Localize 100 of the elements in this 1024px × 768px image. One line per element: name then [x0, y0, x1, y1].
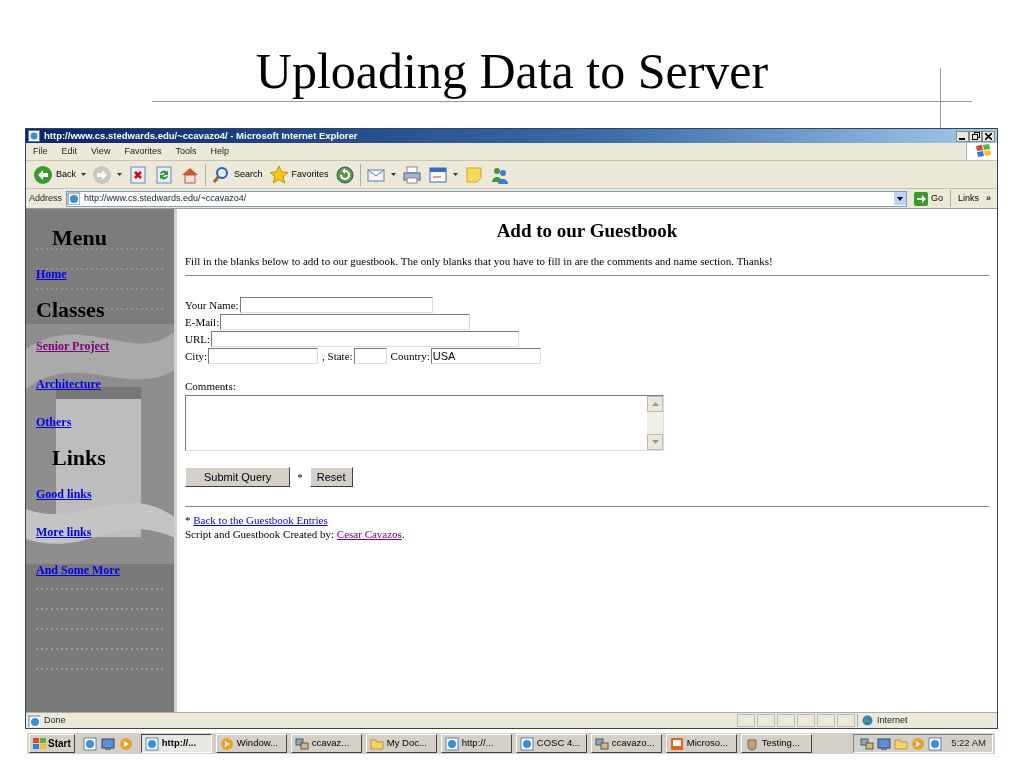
printer-icon [401, 164, 422, 185]
media-player-icon [219, 736, 234, 751]
comments-field[interactable] [185, 394, 664, 451]
chevron[interactable]: » [986, 191, 991, 206]
quick-launch-button[interactable] [118, 736, 133, 751]
browser-page-icon [144, 736, 159, 751]
taskbar-button[interactable]: ccavazo... [590, 734, 662, 753]
start-button[interactable]: Start [29, 734, 75, 753]
window-title: http://www.cs.stedwards.edu/~ccavazo4/ - Microsoft Internet Explorer [44, 128, 358, 143]
reset-button[interactable]: Reset [309, 466, 353, 487]
browser-page-icon [928, 736, 943, 751]
taskbar-button[interactable]: Microso... [665, 734, 737, 753]
stop-icon [128, 164, 148, 185]
field-label: Your Name: [185, 297, 239, 313]
search-button[interactable]: Search [208, 162, 266, 187]
period-text: . [401, 527, 405, 540]
taskbar-button[interactable]: ccavaz... [290, 734, 362, 753]
globe-icon [862, 715, 873, 726]
field-label: URL: [185, 331, 211, 347]
network-icon [594, 736, 609, 751]
back-button[interactable]: Back [30, 162, 89, 187]
back-link[interactable]: Back to the Guestbook Entries [193, 513, 328, 526]
desktop-icon [877, 736, 892, 751]
credit-text: Script and Guestbook Created by: [185, 527, 336, 540]
flag-icon [973, 143, 991, 159]
sidebar-heading: Classes [36, 299, 105, 321]
sidebar-heading: Menu [52, 227, 107, 249]
caret-icon [390, 173, 396, 176]
field-label: E-Mail: [185, 314, 220, 330]
scroll-down-icon [651, 439, 659, 444]
input-field[interactable] [220, 313, 471, 330]
note-icon [463, 164, 484, 185]
cup-icon [744, 736, 759, 751]
menu-item[interactable]: Favorites [117, 144, 169, 159]
taskbar-button[interactable]: Window... [215, 734, 287, 753]
menu-item[interactable]: Edit [54, 144, 85, 159]
menu-item[interactable]: Help [203, 144, 236, 159]
browser-page-icon [82, 736, 97, 751]
submit-button[interactable]: Submit Query [185, 466, 291, 487]
go-button[interactable]: Go [910, 190, 946, 207]
menu-item[interactable]: File [26, 144, 55, 159]
menu-item[interactable]: Tools [168, 144, 204, 159]
folder-icon [369, 736, 384, 751]
browser-page-icon [28, 130, 40, 142]
status-text: Done [44, 713, 66, 727]
search-icon [211, 164, 231, 185]
page-heading: Add to our Guestbook [496, 220, 678, 241]
go-arrow-icon [913, 191, 928, 206]
taskbar-button[interactable]: http://... [140, 734, 212, 753]
taskbar-button[interactable]: Testing... [740, 734, 812, 753]
status-pane [737, 714, 755, 727]
sidebar-link[interactable]: Senior Project [36, 337, 110, 355]
status-pane [757, 714, 775, 727]
input-field[interactable] [239, 296, 433, 313]
star-icon [268, 164, 289, 185]
clock: 5:22 AM [951, 736, 986, 751]
quick-launch-button[interactable] [82, 736, 97, 751]
status-pane [797, 714, 815, 727]
zone-text: Internet [877, 713, 908, 727]
footnote-mark: * [185, 513, 191, 526]
address-field[interactable]: http://www.cs.stedwards.edu/~ccavazo4/ [66, 190, 907, 207]
slide-title: Uploading Data to Server [255, 43, 769, 99]
status-pane [777, 714, 795, 727]
refresh-icon [154, 164, 174, 185]
flag-icon [33, 737, 46, 750]
links-button[interactable]: Links [954, 190, 982, 207]
network-icon [860, 736, 875, 751]
slides-icon [669, 736, 684, 751]
status-pane [817, 714, 835, 727]
field-label: Country: [390, 348, 430, 364]
close-button[interactable] [982, 130, 995, 142]
field-label: Comments: [185, 380, 236, 393]
browser-page-icon [444, 736, 459, 751]
favorites-button[interactable]: Favorites [265, 162, 332, 187]
intro-text: Fill in the blanks below to add to our guestbook. The only blanks that you have to fill in are the comments and name section. Thanks! [185, 254, 773, 267]
quick-launch-button[interactable] [100, 736, 115, 751]
input-field[interactable]: USA [430, 347, 541, 364]
window-icon [427, 164, 448, 185]
restore-button[interactable] [969, 130, 982, 142]
input-field[interactable] [208, 347, 318, 364]
taskbar-button[interactable]: http://... [440, 734, 512, 753]
page-icon [67, 192, 81, 205]
restore-icon [971, 132, 980, 140]
scroll-up-icon [651, 401, 659, 406]
status-pane [837, 714, 855, 727]
author-link[interactable]: Cesar Cavazos [336, 527, 402, 540]
input-field[interactable] [211, 330, 520, 347]
sidebar-link[interactable]: More links [36, 523, 92, 541]
minimize-button[interactable] [956, 130, 969, 142]
input-field[interactable] [353, 347, 387, 364]
folder-icon [894, 736, 909, 751]
separator-mark: * [297, 469, 303, 485]
sidebar-heading: Links [52, 447, 106, 469]
taskbar-button[interactable]: COSC 4... [515, 734, 587, 753]
sidebar-link[interactable]: Good links [36, 485, 92, 503]
menu-item[interactable]: View [84, 144, 118, 159]
media-player-icon [911, 736, 926, 751]
caret-icon [81, 173, 86, 176]
taskbar-button[interactable]: My Doc... [365, 734, 437, 753]
field-label: City: [185, 348, 207, 364]
